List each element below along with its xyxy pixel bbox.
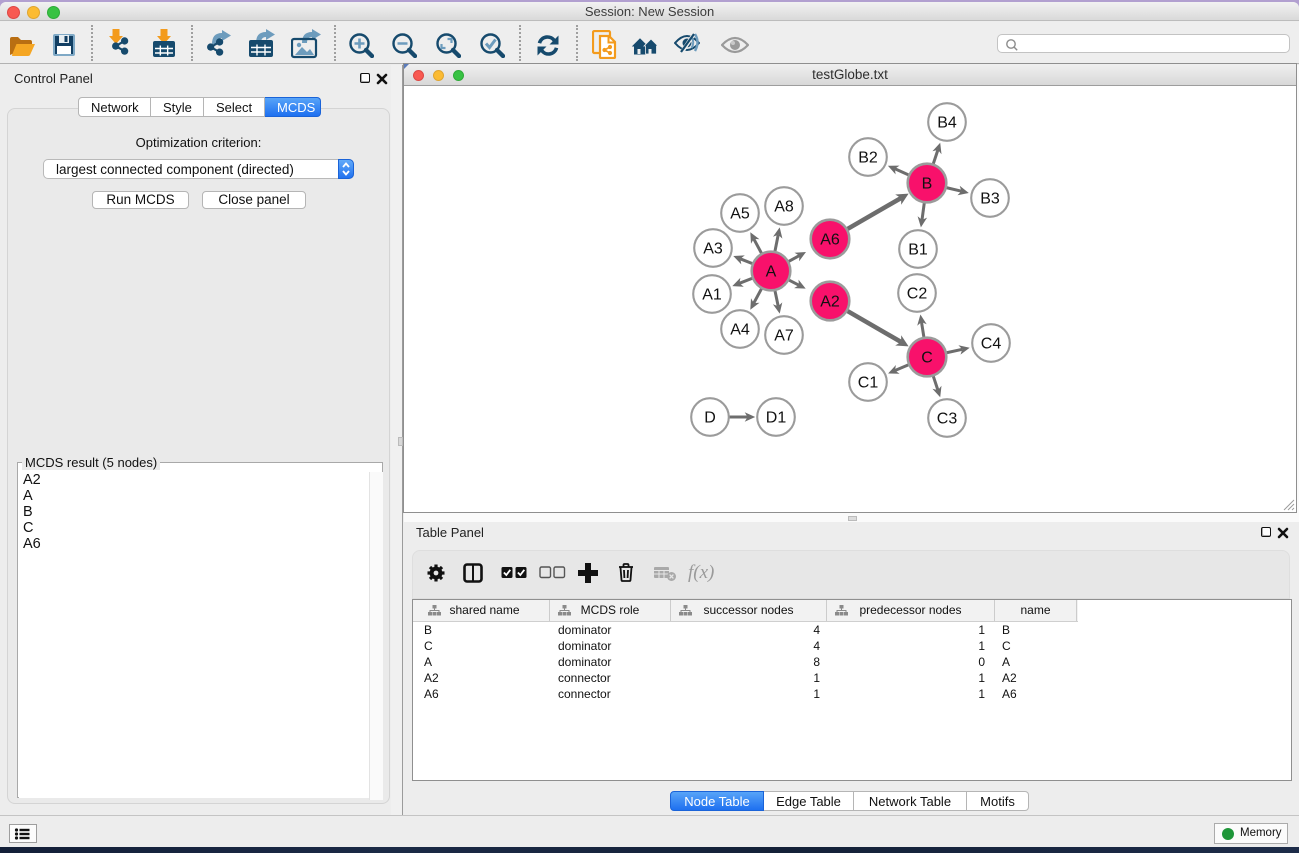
svg-text:A5: A5: [730, 206, 750, 223]
svg-text:D: D: [704, 410, 716, 427]
svg-text:D1: D1: [766, 410, 787, 427]
svg-text:A2: A2: [820, 294, 840, 311]
svg-text:B1: B1: [908, 242, 928, 259]
svg-text:C3: C3: [937, 411, 958, 428]
svg-text:C: C: [921, 350, 933, 367]
svg-text:A4: A4: [730, 322, 750, 339]
svg-text:C1: C1: [858, 375, 879, 392]
svg-text:A7: A7: [774, 328, 794, 345]
svg-text:A8: A8: [774, 199, 794, 216]
svg-text:A3: A3: [703, 241, 723, 258]
svg-text:f(x): f(x): [688, 562, 714, 583]
svg-text:A1: A1: [702, 287, 722, 304]
svg-text:A6: A6: [820, 232, 840, 249]
svg-text:B2: B2: [858, 150, 878, 167]
svg-text:B: B: [922, 176, 933, 193]
svg-text:B3: B3: [980, 191, 1000, 208]
svg-text:A: A: [766, 264, 777, 281]
svg-text:C4: C4: [981, 336, 1002, 353]
svg-text:B4: B4: [937, 115, 957, 132]
svg-text:C2: C2: [907, 286, 928, 303]
